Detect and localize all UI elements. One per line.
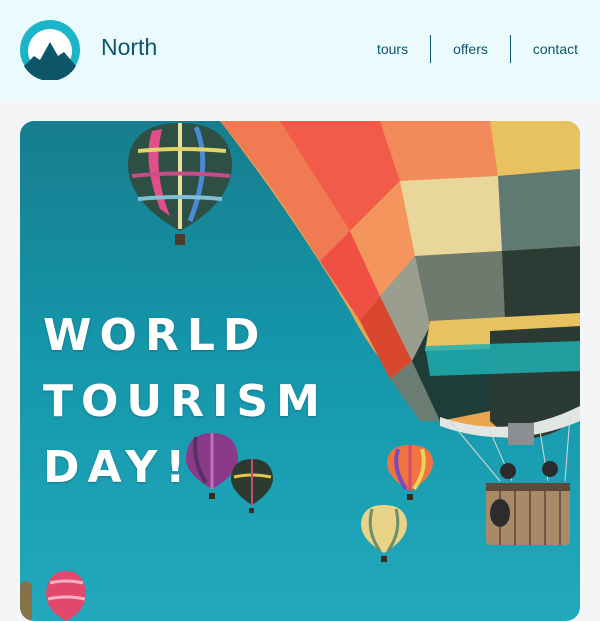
hero-banner: WORLD TOURISM DAY! [20, 121, 580, 621]
site-header: North tours offers contact [0, 0, 600, 100]
brand-name[interactable]: North [101, 34, 157, 61]
headline-line: TOURISM [43, 376, 328, 427]
mountain-logo-icon[interactable] [20, 20, 80, 80]
nav-link-offers[interactable]: offers [431, 35, 510, 63]
headline-line: WORLD [43, 310, 268, 361]
main-nav: tours offers contact [355, 35, 578, 63]
small-balloon [127, 123, 233, 245]
nav-link-tours[interactable]: tours [355, 35, 430, 63]
hero-headline: WORLD TOURISM DAY! [43, 303, 363, 501]
small-balloon [20, 571, 86, 621]
headline-line: DAY! [43, 442, 194, 493]
small-balloon [386, 445, 434, 500]
small-balloon [360, 505, 408, 562]
nav-link-contact[interactable]: contact [511, 35, 578, 63]
